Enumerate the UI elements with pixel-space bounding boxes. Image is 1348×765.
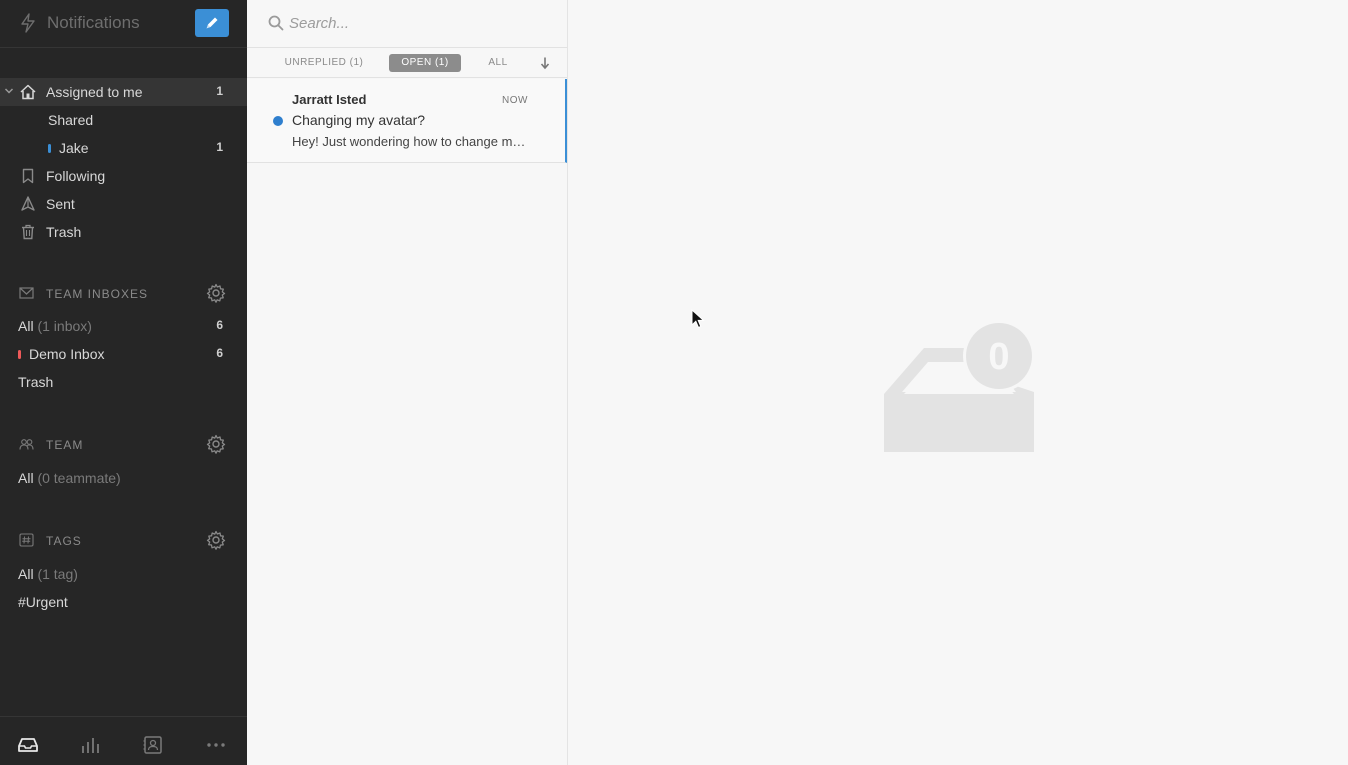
search-icon xyxy=(268,15,284,31)
sidebar-item-label: Sent xyxy=(46,196,75,212)
lightning-icon[interactable] xyxy=(19,13,37,33)
paper-plane-icon xyxy=(21,196,35,211)
tab-unreplied[interactable]: UNREPLIED (1) xyxy=(283,54,365,72)
sidebar-item-label: Assigned to me xyxy=(46,84,143,100)
conversation-time: NOW xyxy=(502,95,528,106)
conversation-item[interactable]: Jarratt Isted NOW Changing my avatar? He… xyxy=(247,79,567,163)
sidebar-item-label: #Urgent xyxy=(18,594,68,610)
all-label: All xyxy=(18,566,34,582)
sidebar-item-label: Trash xyxy=(46,224,82,240)
conversation-list-pane: UNREPLIED (1) OPEN (1) ALL Jarratt Isted… xyxy=(247,0,568,765)
count-badge: 1 xyxy=(216,140,223,154)
trash-icon xyxy=(22,224,34,240)
gear-icon[interactable] xyxy=(206,530,226,550)
section-title: TEAM INBOXES xyxy=(46,287,149,301)
unread-dot xyxy=(273,116,283,126)
main-pane: 0 xyxy=(568,0,1348,765)
sidebar-item-all-inboxes[interactable]: All (1 inbox) 6 xyxy=(0,312,247,340)
sidebar-item-label: Following xyxy=(46,168,106,184)
hashtag-icon xyxy=(19,533,34,547)
empty-inbox-illustration: 0 xyxy=(884,322,1035,452)
conversation-sender: Jarratt Isted xyxy=(292,92,367,107)
sidebar-item-label: All (1 inbox) xyxy=(18,318,92,334)
count-badge: 1 xyxy=(216,84,223,98)
envelope-icon xyxy=(19,287,34,299)
compose-button[interactable] xyxy=(195,9,229,37)
sidebar-item-label: Shared xyxy=(48,112,94,128)
chevron-down-icon[interactable] xyxy=(4,86,14,96)
home-icon xyxy=(20,84,36,100)
color-dot xyxy=(48,144,51,153)
tag-count-text: (1 tag) xyxy=(37,566,78,582)
conversation-subject: Changing my avatar? xyxy=(292,112,426,128)
section-title: TEAM xyxy=(46,438,84,452)
sidebar-item-jake[interactable]: Jake 1 xyxy=(0,134,247,162)
sidebar-item-label: All (1 tag) xyxy=(18,566,78,582)
gear-icon[interactable] xyxy=(206,283,226,303)
sidebar-header: Notifications xyxy=(0,0,247,48)
sidebar-item-assigned-to-me[interactable]: Assigned to me 1 xyxy=(0,78,247,106)
team-icon xyxy=(19,439,34,450)
sidebar-item-tag-urgent[interactable]: #Urgent xyxy=(0,588,247,616)
notifications-title[interactable]: Notifications xyxy=(47,13,140,33)
sidebar-item-trash[interactable]: Trash xyxy=(0,218,247,246)
all-label: All xyxy=(18,318,34,334)
count-badge: 6 xyxy=(216,346,223,360)
sidebar-item-team-trash[interactable]: Trash xyxy=(0,368,247,396)
section-title: TAGS xyxy=(46,534,82,548)
more-icon[interactable] xyxy=(205,735,227,755)
contacts-icon[interactable] xyxy=(142,735,164,755)
tab-all[interactable]: ALL xyxy=(481,54,515,72)
pencil-icon xyxy=(206,17,218,29)
bookmark-icon xyxy=(22,168,34,184)
sidebar-item-demo-inbox[interactable]: Demo Inbox 6 xyxy=(0,340,247,368)
inbox-icon[interactable] xyxy=(17,735,39,755)
analytics-icon[interactable] xyxy=(80,735,102,755)
gear-icon[interactable] xyxy=(206,434,226,454)
color-dot xyxy=(18,350,21,359)
sidebar: Notifications Assigned to me 1 Shared Ja… xyxy=(0,0,247,765)
sidebar-item-label: Jake xyxy=(59,140,89,156)
tags-header: TAGS xyxy=(0,526,247,554)
inbox-count-text: (1 inbox) xyxy=(37,318,92,334)
sidebar-item-sent[interactable]: Sent xyxy=(0,190,247,218)
conversation-preview: Hey! Just wondering how to change my ava… xyxy=(292,134,527,149)
sidebar-item-label: Trash xyxy=(18,374,54,390)
sidebar-item-all-tags[interactable]: All (1 tag) xyxy=(0,560,247,588)
sidebar-item-following[interactable]: Following xyxy=(0,162,247,190)
sidebar-footer xyxy=(0,716,247,765)
search-input[interactable] xyxy=(289,10,549,36)
teammate-count-text: (0 teammate) xyxy=(37,470,121,486)
filter-tabs: UNREPLIED (1) OPEN (1) ALL xyxy=(247,48,567,78)
count-badge: 6 xyxy=(216,318,223,332)
all-label: All xyxy=(18,470,34,486)
empty-count-text: 0 xyxy=(988,336,1009,378)
search-bar xyxy=(247,0,567,48)
sidebar-item-all-team[interactable]: All (0 teammate) xyxy=(0,464,247,492)
tab-open[interactable]: OPEN (1) xyxy=(389,54,461,72)
sidebar-item-label: All (0 teammate) xyxy=(18,470,121,486)
sidebar-item-label: Demo Inbox xyxy=(29,346,105,362)
team-inboxes-header: TEAM INBOXES xyxy=(0,279,247,307)
mouse-cursor-icon xyxy=(691,309,705,329)
sidebar-item-shared[interactable]: Shared xyxy=(0,106,247,134)
team-header: TEAM xyxy=(0,430,247,458)
sort-arrow-icon[interactable] xyxy=(539,56,551,70)
